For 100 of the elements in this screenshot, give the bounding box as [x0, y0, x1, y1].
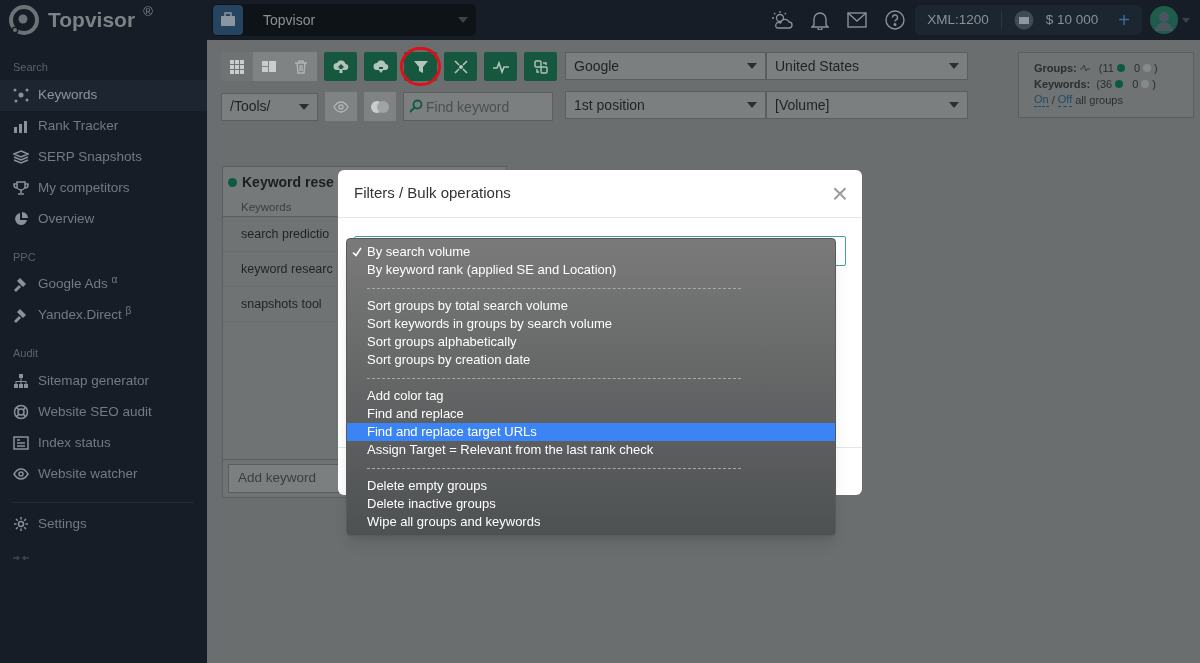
- toggle-button[interactable]: [364, 92, 396, 121]
- keyword-text: search predictio: [241, 225, 330, 243]
- caret-icon: [1182, 17, 1190, 23]
- cloud-download-icon: [372, 59, 389, 74]
- menu-option[interactable]: Add color tag: [347, 387, 835, 405]
- balance: $ 10 000: [1045, 10, 1099, 29]
- menu-option[interactable]: Sort groups by total search volume: [347, 297, 835, 315]
- filter-icon: [413, 59, 428, 74]
- stats-count: 0: [1133, 61, 1140, 76]
- pulse-icon: [1079, 64, 1090, 72]
- tool-button[interactable]: [444, 52, 477, 81]
- stats-count: (11: [1098, 61, 1114, 76]
- document-icon: [13, 435, 29, 451]
- column-header: Keywords: [241, 199, 292, 215]
- dialog-title: Filters / Bulk operations: [354, 183, 511, 204]
- sidebar-item[interactable]: Index status: [0, 427, 207, 459]
- briefcase-icon: [213, 5, 243, 35]
- tool-button[interactable]: [484, 52, 517, 81]
- brand-name: Topvisor: [48, 7, 136, 34]
- section-label: PPC: [12, 249, 36, 265]
- lifebuoy-icon: [13, 404, 29, 420]
- logo-icon: [8, 4, 40, 36]
- xml-limit: XML:1200: [927, 10, 989, 29]
- sidebar-item[interactable]: Website SEO audit: [0, 396, 207, 428]
- keyword-text: keyword researc: [241, 260, 333, 278]
- grid-icon: [230, 59, 244, 74]
- tool-button[interactable]: [324, 52, 357, 81]
- stats-count: 0: [1132, 77, 1139, 92]
- network-icon: [13, 87, 29, 103]
- sidebar-item[interactable]: Settings: [0, 508, 207, 540]
- registered-mark: ®: [143, 3, 153, 21]
- sidebar-item[interactable]: My competitors: [0, 172, 207, 204]
- settings-icon: [13, 516, 29, 532]
- stats-label: Keywords:: [1034, 77, 1091, 92]
- tags-icon: [533, 59, 548, 74]
- menu-option[interactable]: Sort keywords in groups by search volume: [347, 315, 835, 333]
- menu-option[interactable]: Wipe all groups and keywords: [347, 513, 835, 531]
- mail-icon[interactable]: [847, 12, 868, 28]
- bar-chart-icon: [13, 118, 29, 134]
- pie-chart-icon: [13, 211, 29, 227]
- section-label: Search: [12, 60, 48, 75]
- menu-option[interactable]: By search volume: [347, 243, 835, 261]
- eye-icon: [333, 100, 349, 113]
- help-icon[interactable]: [885, 10, 906, 30]
- wallet-icon: [1013, 10, 1034, 30]
- menu-option[interactable]: Find and replace target URLs: [347, 423, 835, 441]
- dropdown[interactable]: 1st position: [565, 91, 766, 119]
- menu-option[interactable]: Assign Target = Relevant from the last rank check: [347, 441, 835, 459]
- sitemap-icon: [13, 373, 29, 389]
- trophy-icon: [13, 180, 29, 196]
- menu-option[interactable]: Sort groups by creation date: [347, 351, 835, 369]
- view-button[interactable]: [221, 52, 253, 81]
- pulse-icon: [492, 59, 509, 74]
- menu-option[interactable]: By keyword rank (applied SE and Location): [347, 261, 835, 279]
- dropdown[interactable]: United States: [766, 52, 968, 80]
- sidebar-item[interactable]: SERP Snapshots: [0, 141, 207, 173]
- caret-icon: [458, 17, 468, 23]
- sidebar-item[interactable]: Sitemap generator: [0, 365, 207, 397]
- keyword-text: snapshots tool: [241, 295, 322, 313]
- eye-icon: [13, 466, 29, 482]
- dropdown[interactable]: [Volume]: [766, 91, 968, 119]
- add-funds-button[interactable]: +: [1118, 10, 1130, 30]
- stats-count: (36: [1096, 77, 1113, 92]
- close-button[interactable]: ×: [831, 179, 848, 208]
- group-title: Keyword rese: [242, 172, 334, 192]
- menu-option[interactable]: Delete empty groups: [347, 477, 835, 495]
- stats-label: Groups:: [1034, 61, 1077, 76]
- sidebar-item[interactable]: Google Ads $^{α}$: [0, 269, 207, 300]
- menu-option[interactable]: Find and replace: [347, 405, 835, 423]
- sidebar-item[interactable]: Website watcher: [0, 458, 207, 490]
- tiles-icon: [262, 59, 276, 74]
- menu-option[interactable]: Sort groups alphabetically: [347, 333, 835, 351]
- caret-icon: [949, 63, 959, 69]
- weather-icon[interactable]: [771, 10, 794, 30]
- stats-count: ): [1154, 61, 1158, 76]
- layers-icon: [13, 149, 29, 165]
- section-label: Audit: [12, 346, 39, 361]
- caret-icon: [747, 63, 757, 69]
- circles-icon: [370, 99, 390, 114]
- search-icon: [409, 99, 423, 113]
- project-selector[interactable]: Topvisor: [212, 4, 476, 36]
- hammer-icon: [13, 307, 29, 324]
- caret-icon: [299, 103, 309, 110]
- tool-button[interactable]: [524, 52, 557, 81]
- hammer-icon: [13, 276, 29, 293]
- tool-button[interactable]: [364, 52, 397, 81]
- dropdown[interactable]: /Tools/: [221, 92, 318, 121]
- avatar-icon[interactable]: [1150, 6, 1178, 34]
- caret-icon: [747, 102, 757, 108]
- sidebar-item[interactable]: Yandex.Direct $^{β}$: [0, 300, 207, 331]
- sidebar-item[interactable]: Keywords: [0, 79, 207, 111]
- stats-count: ): [1152, 77, 1156, 92]
- menu-option[interactable]: Delete inactive groups: [347, 495, 835, 513]
- trash-icon: [295, 59, 307, 74]
- expand-icon: [453, 59, 468, 74]
- view-button[interactable]: [253, 52, 285, 81]
- sidebar-item[interactable]: Rank Tracker: [0, 110, 207, 142]
- bell-icon[interactable]: [811, 10, 830, 30]
- sidebar-item[interactable]: Overview: [0, 203, 207, 235]
- dropdown[interactable]: Google: [565, 52, 766, 80]
